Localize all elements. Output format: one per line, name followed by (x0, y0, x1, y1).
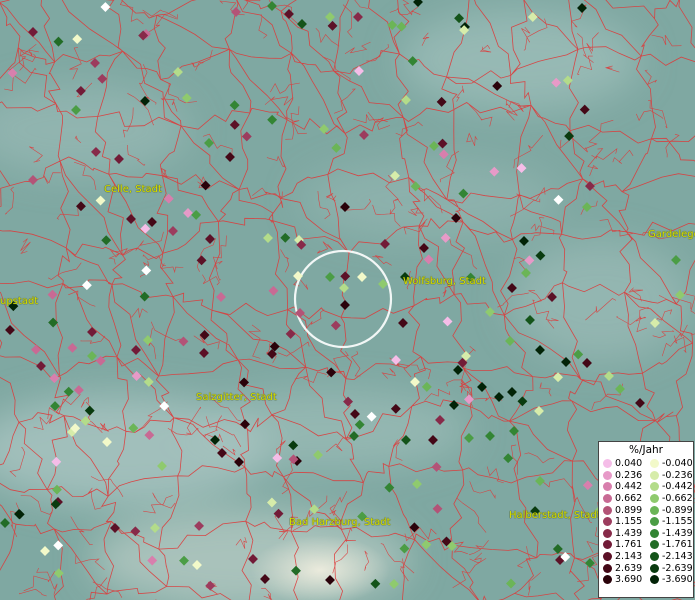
legend-entry-positive: 0.040 (599, 458, 646, 469)
legend-entry-positive: 0.236 (599, 470, 646, 481)
legend-entry-positive: 0.899 (599, 505, 646, 516)
legend-swatch (603, 540, 612, 550)
legend-entry-positive: 1.761 (599, 539, 646, 550)
legend-value: 1.155 (615, 516, 643, 528)
legend-entry-positive: 2.639 (599, 563, 646, 574)
legend-entry-positive: 2.143 (599, 551, 646, 562)
legend-value: -0.040 (662, 458, 693, 470)
legend-entry-positive: 1.155 (599, 516, 646, 527)
legend-entry-negative: -2.639 (646, 563, 693, 574)
legend-row: 1.439 -1.439 (599, 528, 693, 540)
legend-entry-positive: 0.662 (599, 493, 646, 504)
legend-value: 1.761 (615, 539, 643, 551)
legend-swatch (603, 575, 612, 585)
legend-swatch (650, 575, 659, 585)
legend-swatch (650, 517, 659, 527)
legend-value: 0.442 (615, 481, 643, 493)
legend-value: -0.662 (662, 493, 693, 505)
legend-row: 0.040 -0.040 (599, 458, 693, 470)
legend-entry-negative: -0.040 (646, 458, 693, 469)
map-view[interactable]: Celle, Stadt Wolfsburg, Stadt Gardelege … (0, 0, 695, 600)
legend-value: 0.899 (615, 504, 643, 516)
legend-value: -0.442 (662, 481, 693, 493)
legend-value: 2.143 (615, 551, 643, 563)
legend-swatch (603, 482, 612, 492)
legend-value: 0.236 (615, 469, 643, 481)
legend-value: 0.662 (615, 493, 643, 505)
legend-entry-negative: -1.439 (646, 528, 693, 539)
legend-swatch (603, 552, 612, 562)
legend-swatch (650, 505, 659, 515)
legend-swatch (650, 540, 659, 550)
legend-row: 0.899 -0.899 (599, 504, 693, 516)
legend-rows: 0.040 -0.040 0.236 -0.236 0.442 -0.442 0.662 -0… (599, 458, 693, 586)
legend-row: 0.442 -0.442 (599, 481, 693, 493)
legend-swatch (603, 528, 612, 538)
legend-swatch (603, 517, 612, 527)
legend-swatch (603, 459, 612, 469)
legend-swatch (650, 482, 659, 492)
legend-value: -3.690 (662, 574, 693, 586)
legend-swatch (650, 459, 659, 469)
legend-swatch (650, 528, 659, 538)
legend-entry-negative: -3.690 (646, 574, 693, 585)
legend-swatch (603, 470, 612, 480)
legend-entry-negative: -1.761 (646, 539, 693, 550)
legend-value: -0.899 (662, 504, 693, 516)
legend-title: %/Jahr (628, 444, 664, 456)
legend-row: 1.761 -1.761 (599, 539, 693, 551)
legend-entry-negative: -0.236 (646, 470, 693, 481)
legend-value: -2.143 (662, 551, 693, 563)
legend-value: -1.155 (662, 516, 693, 528)
legend-entry-negative: -0.442 (646, 481, 693, 492)
legend-swatch (603, 505, 612, 515)
legend-entry-negative: -2.143 (646, 551, 693, 562)
legend-entry-positive: 3.690 (599, 574, 646, 585)
legend-row: 0.662 -0.662 (599, 493, 693, 505)
legend-panel: %/Jahr 0.040 -0.040 0.236 -0.236 0.442 -0.442… (598, 441, 694, 598)
legend-value: 3.690 (615, 574, 643, 586)
legend-value: -0.236 (662, 469, 693, 481)
legend-swatch (650, 563, 659, 573)
legend-swatch (650, 552, 659, 562)
legend-value: -2.639 (662, 562, 693, 574)
legend-entry-positive: 1.439 (599, 528, 646, 539)
legend-value: 0.040 (615, 458, 643, 470)
legend-row: 3.690 -3.690 (599, 574, 693, 586)
legend-row: 1.155 -1.155 (599, 516, 693, 528)
legend-entry-negative: -1.155 (646, 516, 693, 527)
legend-entry-negative: -0.899 (646, 505, 693, 516)
map-canvas[interactable] (0, 0, 695, 600)
legend-row: 0.236 -0.236 (599, 470, 693, 482)
legend-swatch (603, 563, 612, 573)
legend-swatch (650, 494, 659, 504)
legend-entry-positive: 0.442 (599, 481, 646, 492)
legend-swatch (650, 470, 659, 480)
legend-row: 2.143 -2.143 (599, 551, 693, 563)
legend-swatch (603, 494, 612, 504)
legend-value: 1.439 (615, 527, 643, 539)
legend-entry-negative: -0.662 (646, 493, 693, 504)
legend-value: -1.439 (662, 527, 693, 539)
legend-value: 2.639 (615, 562, 643, 574)
legend-row: 2.639 -2.639 (599, 562, 693, 574)
legend-value: -1.761 (662, 539, 693, 551)
